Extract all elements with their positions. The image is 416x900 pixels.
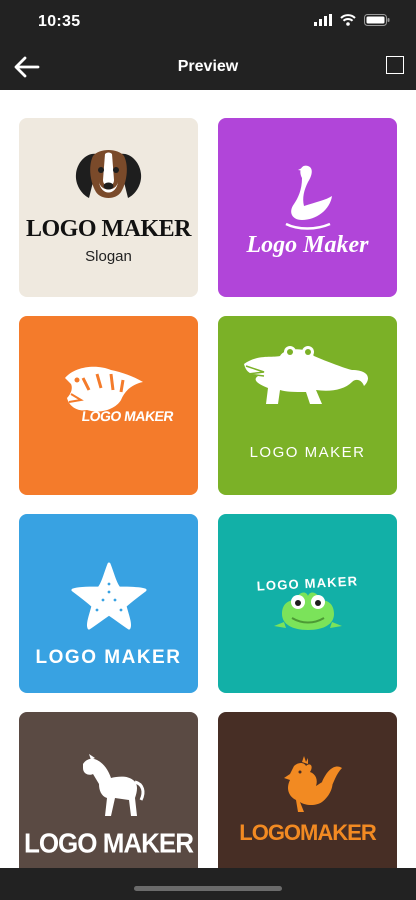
- status-icons: [314, 14, 390, 26]
- logo-text: LOGO MAKER: [35, 647, 182, 668]
- swan-icon: [285, 165, 332, 230]
- logo-card-frog[interactable]: LOGO MAKER: [218, 514, 397, 693]
- logo-text: LOGO MAKER: [25, 216, 192, 242]
- status-bar: 10:35: [0, 0, 416, 44]
- logo-text: LOGO MAKER: [23, 826, 194, 860]
- logo-card-horse[interactable]: LOGO MAKER: [19, 712, 198, 868]
- logo-slogan: Slogan: [85, 248, 132, 265]
- status-time: 10:35: [38, 13, 81, 30]
- home-indicator[interactable]: [134, 886, 282, 891]
- battery-icon: [364, 14, 390, 26]
- logo-text: LOGO MAKER: [249, 444, 366, 461]
- wifi-icon: [340, 14, 356, 26]
- logo-text: Logo Maker: [246, 232, 369, 258]
- logo-card-crocodile[interactable]: LOGO MAKER: [218, 316, 397, 495]
- page-title: Preview: [177, 58, 239, 75]
- dog-icon: [75, 150, 142, 198]
- tiger-icon: [65, 366, 143, 412]
- logo-text: LOGOMAKER: [239, 820, 376, 845]
- logo-card-starfish[interactable]: LOGO MAKER: [19, 514, 198, 693]
- frog-icon: [274, 592, 342, 630]
- bottom-bar: [0, 868, 416, 900]
- logo-card-tiger[interactable]: LOGO MAKER: [19, 316, 198, 495]
- logo-grid: LOGO MAKER Slogan Logo Maker LOGO MAKER: [0, 90, 416, 868]
- signal-icon: [314, 14, 332, 26]
- square-icon[interactable]: [386, 56, 404, 74]
- logo-card-dog[interactable]: LOGO MAKER Slogan: [19, 118, 198, 297]
- logo-text: LOGO MAKER: [80, 408, 175, 424]
- crocodile-icon: [244, 346, 368, 404]
- logo-card-rooster[interactable]: LOGOMAKER: [218, 712, 397, 868]
- nav-bar: Preview: [0, 44, 416, 90]
- logo-card-swan[interactable]: Logo Maker: [218, 118, 397, 297]
